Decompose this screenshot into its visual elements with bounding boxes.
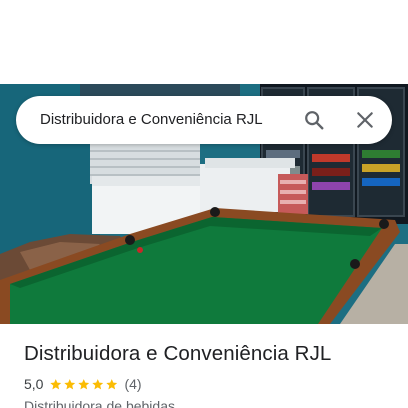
place-category: Distribuidora de bebidas: [24, 398, 175, 408]
star-rating: [49, 378, 119, 391]
rating-value: 5,0: [24, 376, 44, 392]
star-icon: [106, 378, 118, 389]
star-icon: [92, 378, 104, 389]
top-blank-area: [0, 0, 408, 84]
search-button[interactable]: [298, 104, 330, 136]
place-title: Distribuidora e Conveniência RJL: [24, 342, 332, 365]
search-input[interactable]: Distribuidora e Conveniência RJL: [40, 96, 263, 144]
close-icon: [357, 112, 373, 128]
star-icon: [78, 378, 90, 389]
place-info-panel: Distribuidora e Conveniência RJL 5,0 (4)…: [0, 324, 408, 408]
review-count[interactable]: (4): [124, 376, 141, 392]
close-button[interactable]: [349, 104, 381, 136]
search-icon: [305, 111, 324, 130]
rating-row[interactable]: 5,0 (4): [24, 376, 142, 392]
search-bar[interactable]: Distribuidora e Conveniência RJL: [16, 96, 392, 144]
star-icon: [64, 378, 76, 389]
star-icon: [50, 378, 62, 389]
